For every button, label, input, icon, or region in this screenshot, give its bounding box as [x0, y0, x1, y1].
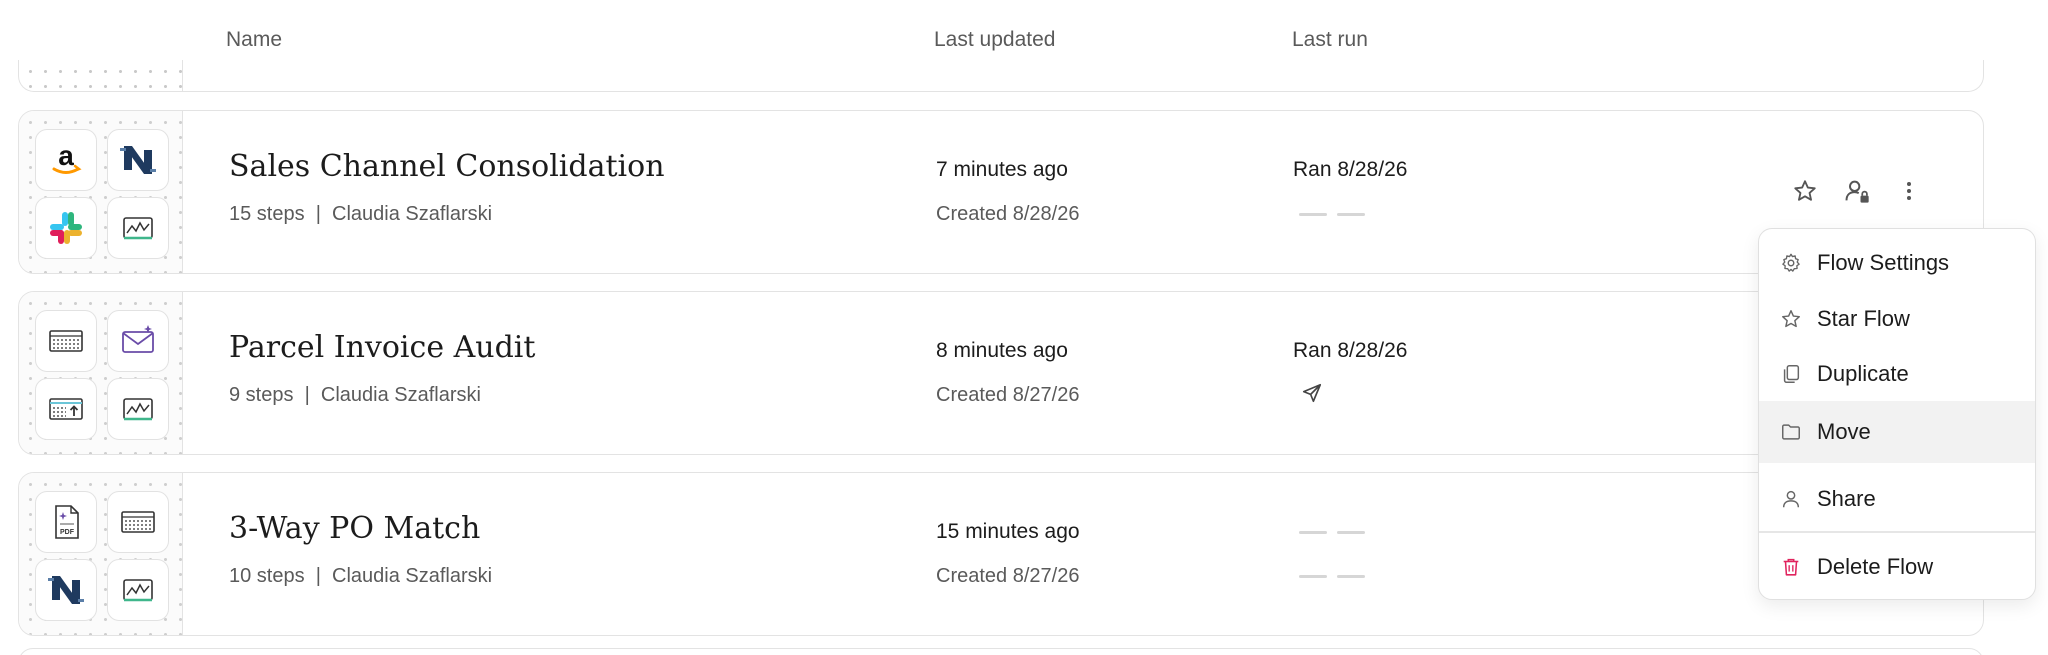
star-button[interactable] [1787, 173, 1823, 209]
menu-item-delete-flow[interactable]: Delete Flow [1759, 539, 2035, 595]
column-name[interactable]: Name [226, 28, 282, 52]
flow-meta: 9 steps | Claudia Szaflarski [229, 384, 481, 406]
chart-icon [107, 197, 169, 259]
pdf-icon: PDF [35, 491, 97, 553]
flow-created: Created 8/28/26 [936, 203, 1080, 225]
flow-meta: 10 steps | Claudia Szaflarski [229, 565, 493, 587]
menu-item-label: Star Flow [1817, 306, 1910, 331]
next-row-stub [18, 648, 1984, 655]
menu-item-label: Share [1817, 486, 1876, 511]
run-status-dash [1299, 213, 1327, 216]
menu-item-duplicate[interactable]: Duplicate [1759, 346, 2035, 402]
netsuite-icon [107, 129, 169, 191]
menu-item-label: Move [1817, 419, 1871, 444]
flow-row-sales-channel[interactable]: a Sales Channel Consolidation 15 steps |… [18, 110, 1984, 274]
flow-title[interactable]: 3-Way PO Match [229, 511, 480, 546]
table-icon [107, 491, 169, 553]
send-icon [1299, 380, 1325, 406]
star-icon [1779, 307, 1803, 331]
more-options-button[interactable] [1891, 173, 1927, 209]
flow-updated: 7 minutes ago [936, 158, 1068, 181]
last-run-dash [1299, 531, 1327, 534]
flow-created: Created 8/27/26 [936, 565, 1080, 587]
column-last-run[interactable]: Last run [1292, 28, 1368, 52]
more-vertical-icon [1907, 182, 1911, 200]
flow-context-menu: Flow Settings Star Flow Duplicate Move S… [1758, 228, 2036, 600]
trash-icon [1779, 555, 1803, 579]
menu-divider [1759, 531, 2035, 533]
flow-updated: 8 minutes ago [936, 339, 1068, 362]
menu-item-label: Delete Flow [1817, 554, 1934, 579]
upload-table-icon [35, 378, 97, 440]
menu-item-share[interactable]: Share [1759, 471, 2035, 527]
duplicate-icon [1779, 362, 1803, 386]
amazon-icon: a [35, 129, 97, 191]
run-status-dash [1299, 575, 1327, 578]
flow-last-run: Ran 8/28/26 [1293, 158, 1408, 181]
star-icon [1794, 180, 1816, 201]
flow-meta: 15 steps | Claudia Szaflarski [229, 203, 493, 225]
flow-last-run: Ran 8/28/26 [1293, 339, 1408, 362]
run-status-dash [1337, 213, 1365, 216]
menu-item-label: Flow Settings [1817, 250, 1950, 275]
last-run-dash [1337, 531, 1365, 534]
flow-created: Created 8/27/26 [936, 384, 1080, 406]
svg-text:a: a [58, 140, 74, 171]
netsuite-icon [35, 559, 97, 621]
user-icon [1779, 487, 1803, 511]
menu-item-move[interactable]: Move [1759, 401, 2035, 463]
menu-item-flow-settings[interactable]: Flow Settings [1759, 235, 2035, 291]
private-access-button[interactable] [1839, 173, 1875, 209]
folder-icon [1779, 420, 1803, 444]
flow-row-parcel-invoice[interactable]: Parcel Invoice Audit 9 steps | Claudia S… [18, 291, 1984, 455]
table-icon [35, 310, 97, 372]
email-icon [107, 310, 169, 372]
menu-item-star-flow[interactable]: Star Flow [1759, 291, 2035, 347]
svg-text:PDF: PDF [60, 529, 75, 536]
flow-icons: PDF [19, 473, 183, 635]
user-lock-icon [1845, 180, 1869, 203]
chart-icon [107, 559, 169, 621]
gear-icon [1779, 251, 1803, 275]
flow-updated: 15 minutes ago [936, 520, 1080, 543]
flow-icons: a [19, 111, 183, 273]
slack-icon [35, 197, 97, 259]
flow-title[interactable]: Sales Channel Consolidation [229, 149, 665, 184]
chart-icon [107, 378, 169, 440]
flow-row-3-way-po[interactable]: PDF 3-Way PO Match 10 steps | Claudia Sz… [18, 472, 1984, 636]
previous-row-stub [18, 60, 1984, 92]
flow-icons [19, 292, 183, 454]
run-status-dash [1337, 575, 1365, 578]
flow-title[interactable]: Parcel Invoice Audit [229, 330, 535, 365]
menu-item-label: Duplicate [1817, 361, 1909, 386]
column-last-updated[interactable]: Last updated [934, 28, 1055, 52]
